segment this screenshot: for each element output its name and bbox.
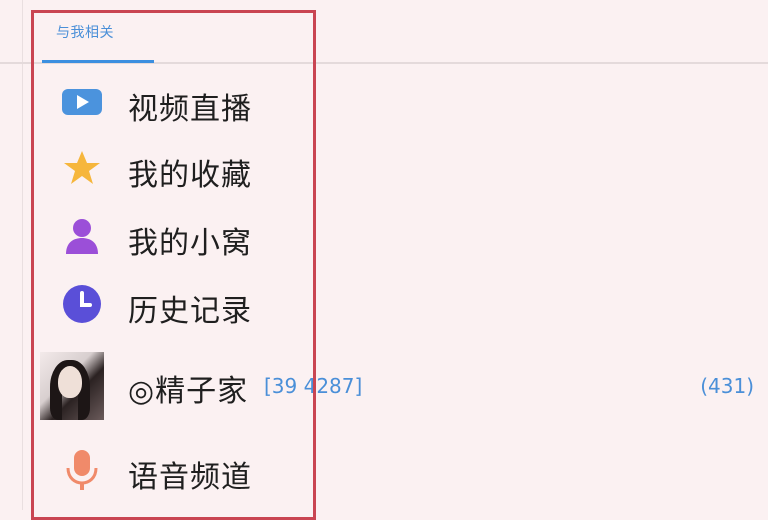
menu-item-label: 我的收藏 bbox=[128, 158, 252, 193]
left-divider bbox=[22, 0, 23, 510]
channel-count: (431) bbox=[700, 374, 754, 398]
menu-item-my-home[interactable]: 我的小窝 bbox=[40, 204, 760, 266]
person-icon bbox=[60, 214, 104, 258]
menu-item-label: 历史记录 bbox=[128, 294, 252, 329]
menu-item-label: 视频直播 bbox=[128, 92, 252, 127]
avatar bbox=[40, 352, 104, 420]
video-camera-icon bbox=[60, 80, 104, 124]
top-bar: 与我相关 bbox=[0, 0, 768, 64]
avatar-face bbox=[58, 366, 82, 398]
channel-name: ◎精子家 bbox=[128, 374, 249, 409]
tab-label: 与我相关 bbox=[56, 25, 114, 41]
menu-item-voice-channel[interactable]: 语音频道 bbox=[40, 438, 760, 500]
microphone-icon bbox=[60, 448, 104, 492]
menu-item-video-live[interactable]: 视频直播 bbox=[40, 70, 760, 132]
menu-item-history[interactable]: 历史记录 bbox=[40, 272, 760, 334]
menu-item-channel[interactable]: ◎精子家 [39 4287] (431) bbox=[40, 352, 760, 420]
clock-icon bbox=[60, 282, 104, 326]
channel-id: [39 4287] bbox=[264, 374, 363, 398]
menu-item-favorites[interactable]: 我的收藏 bbox=[40, 136, 760, 198]
menu-item-label: 语音频道 bbox=[128, 460, 252, 495]
tab-related[interactable]: 与我相关 bbox=[42, 20, 154, 63]
star-icon bbox=[60, 146, 104, 190]
menu-item-label: 我的小窝 bbox=[128, 226, 252, 261]
